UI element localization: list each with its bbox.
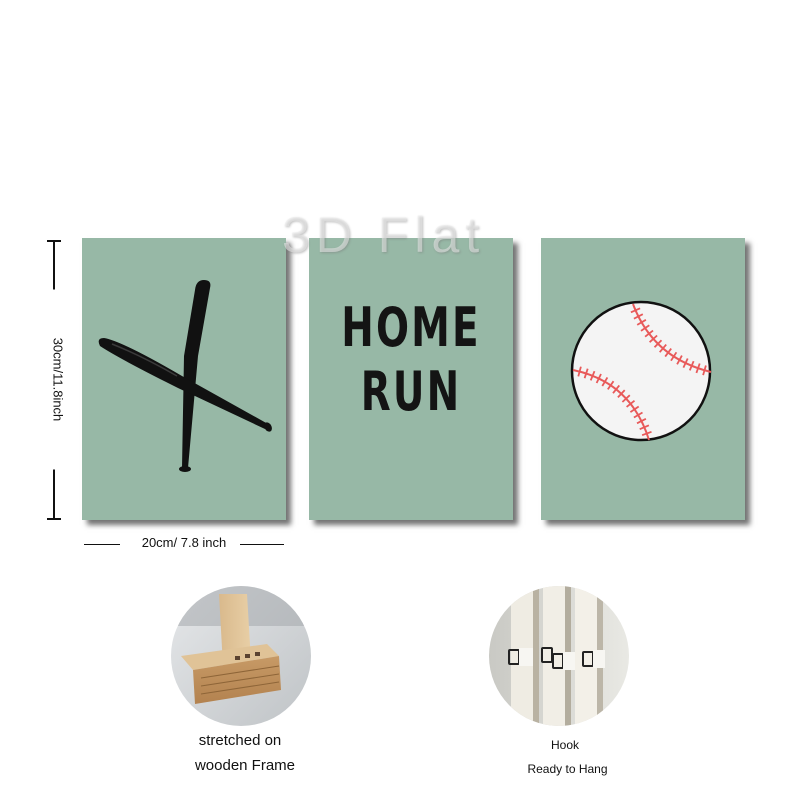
panel-home-run: HOME RUN [309,238,513,520]
dimension-cap-bottom [47,518,61,520]
hook-caption-line1: Hook [550,738,579,752]
product-image: HOME RUN 3D Flat 30cm/11.8inch 20cm/ 7.8… [0,0,800,800]
wooden-frame-photo [171,586,311,726]
hook-caption-line2: Ready to Hang [527,762,608,776]
dimension-width-label: 20cm/ 7.8 inch [141,535,227,550]
crossed-baseball-bats-icon [98,280,272,472]
home-run-text: HOME RUN [338,296,485,424]
dimension-height-label: 30cm/11.8inch [50,289,66,470]
hanging-hook-photo [489,586,629,726]
panel-baseball [541,238,745,520]
baseball-icon [570,300,712,442]
run-text: RUN [360,360,462,423]
dimension-width-line-right [240,544,284,545]
dimension-width: 20cm/ 7.8 inch [84,535,284,553]
frame-caption-line2: wooden Frame [194,757,296,774]
home-text: HOME [341,296,481,359]
frame-caption-line1: stretched on [198,732,282,749]
dimension-width-line-left [84,544,120,545]
bat-vertical [179,280,211,472]
panel-bats [82,238,286,520]
